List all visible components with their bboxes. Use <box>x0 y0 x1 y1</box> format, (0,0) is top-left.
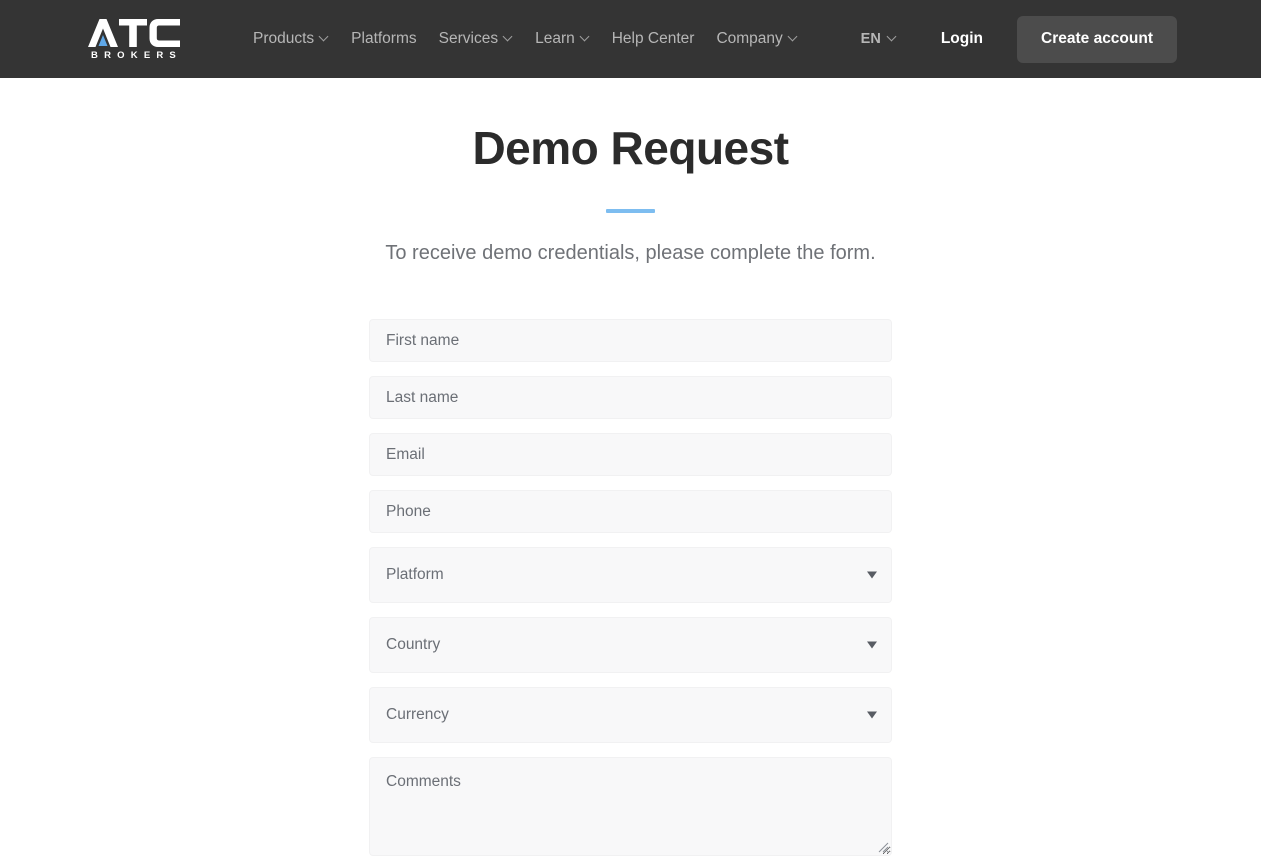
language-selector[interactable]: EN <box>851 23 907 55</box>
primary-navigation: Products Platforms Services Learn Help C… <box>242 22 809 56</box>
currency-select[interactable]: Currency <box>369 686 892 743</box>
nav-label-learn: Learn <box>535 30 575 47</box>
nav-label-help-center: Help Center <box>611 30 695 47</box>
currency-select-value: Currency <box>386 705 449 723</box>
nav-label-platforms: Platforms <box>351 30 417 47</box>
create-account-button[interactable]: Create account <box>1017 15 1177 63</box>
nav-item-platforms[interactable]: Platforms <box>340 22 427 56</box>
nav-item-services[interactable]: Services <box>428 22 524 56</box>
field-first-name <box>369 318 892 362</box>
header-actions: EN Login Create account <box>851 15 1177 63</box>
platform-select-value: Platform <box>386 565 444 583</box>
phone-input[interactable] <box>369 489 892 533</box>
nav-item-company[interactable]: Company <box>705 22 808 56</box>
caret-down-icon <box>867 571 877 578</box>
field-email <box>369 432 892 476</box>
language-label: EN <box>860 31 881 47</box>
page-subtitle: To receive demo credentials, please comp… <box>385 241 876 264</box>
nav-item-learn[interactable]: Learn <box>524 22 601 56</box>
last-name-input[interactable] <box>369 375 892 419</box>
country-select[interactable]: Country <box>369 616 892 673</box>
chevron-down-icon <box>888 33 897 42</box>
chevron-down-icon <box>581 33 590 42</box>
field-last-name <box>369 375 892 419</box>
logo-subtitle: BROKERS <box>91 49 182 61</box>
platform-select[interactable]: Platform <box>369 546 892 603</box>
nav-label-company: Company <box>716 30 783 47</box>
page-title: Demo Request <box>472 122 789 174</box>
nav-item-products[interactable]: Products <box>242 22 340 56</box>
atc-logo-mark <box>86 18 182 48</box>
nav-label-products: Products <box>253 30 315 47</box>
first-name-input[interactable] <box>369 318 892 362</box>
field-currency: Currency <box>369 686 892 743</box>
nav-item-help-center[interactable]: Help Center <box>601 22 706 56</box>
chevron-down-icon <box>789 33 798 42</box>
field-phone <box>369 489 892 533</box>
atc-brokers-logo[interactable]: BROKERS <box>84 18 184 61</box>
caret-down-icon <box>867 641 877 648</box>
caret-down-icon <box>867 711 877 718</box>
comments-textarea[interactable] <box>369 756 892 856</box>
nav-label-services: Services <box>438 30 499 47</box>
chevron-down-icon <box>320 33 329 42</box>
field-country: Country <box>369 616 892 673</box>
chevron-down-icon <box>504 33 513 42</box>
main-content: Demo Request To receive demo credentials… <box>0 78 1261 856</box>
field-platform: Platform <box>369 546 892 603</box>
title-accent-bar <box>606 208 655 213</box>
country-select-value: Country <box>386 635 441 653</box>
demo-request-form: Platform Country Currency <box>369 318 892 856</box>
email-input[interactable] <box>369 432 892 476</box>
site-header: BROKERS Products Platforms Services Lear… <box>0 0 1261 78</box>
login-link[interactable]: Login <box>929 22 995 56</box>
field-comments <box>369 756 892 856</box>
